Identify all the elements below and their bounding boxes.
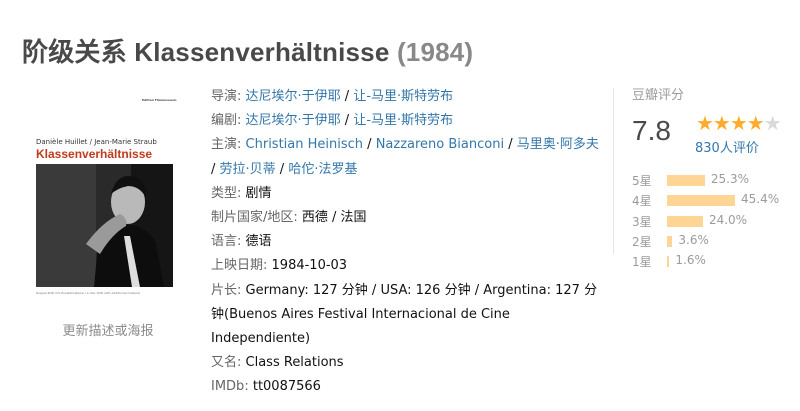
- rating-row: 4星 45.4%: [632, 190, 800, 208]
- rating-percent: 45.4%: [741, 192, 780, 207]
- language-row: 语言: 德语: [211, 230, 606, 254]
- separator: /: [504, 137, 517, 153]
- poster-directors: Danièle Huillet / Jean-Marie Straub: [36, 138, 157, 146]
- language-label: 语言:: [211, 234, 242, 250]
- language-value: 德语: [245, 234, 272, 250]
- rating-bar: [667, 215, 703, 227]
- aka-value: Class Relations: [245, 355, 344, 371]
- rating-percent: 25.3%: [710, 172, 750, 186]
- cast-link-1[interactable]: Christian Heinisch: [246, 137, 364, 152]
- rating-bar: [667, 175, 705, 186]
- imdb-value[interactable]: tt0087566: [253, 379, 321, 394]
- rating-count-link[interactable]: 830人评价: [695, 137, 759, 156]
- rating-percent: 24.0%: [708, 212, 748, 227]
- release-row: 上映日期: 1984-10-03: [211, 254, 606, 278]
- genre-label: 类型:: [211, 185, 242, 201]
- rating-bar: [667, 256, 670, 268]
- star-filled-icon: ★★★★: [696, 111, 765, 135]
- movie-year: (1984): [396, 37, 474, 67]
- rating-star-label: 1星: [632, 255, 652, 270]
- cast-link-4[interactable]: 劳拉·贝蒂: [220, 162, 276, 177]
- runtime-row: 片长: Germany: 127 分钟 / USA: 126 分钟 / Arge…: [211, 279, 606, 352]
- poster-title: Klassenverhältnisse: [36, 147, 153, 161]
- poster-photo: [36, 164, 173, 287]
- rating-row: 1星 1.6%: [632, 251, 800, 269]
- writer-row: 编剧: 达尼埃尔·于伊耶 / 让-马里·斯特劳布: [211, 109, 606, 133]
- runtime-label: 片长:: [211, 282, 242, 298]
- rating-star-label: 5星: [632, 174, 652, 188]
- release-value: 1984-10-03: [271, 258, 348, 274]
- rating-bar: [667, 235, 673, 247]
- movie-name: 阶级关系 Klassenverhältnisse: [22, 37, 390, 67]
- cast-label: 主演:: [211, 137, 242, 153]
- rating-star-label: 3星: [632, 214, 652, 229]
- poster[interactable]: Edition Filmmuseum Danièle Huillet / Jea…: [32, 98, 180, 312]
- separator: /: [211, 161, 220, 177]
- cast-link-2[interactable]: Nazzareno Bianconi: [376, 137, 504, 152]
- rating-percent: 1.6%: [675, 253, 706, 268]
- rating-row: 5星 25.3%: [632, 170, 800, 188]
- divider: [613, 88, 614, 254]
- rating-star-label: 2星: [632, 234, 652, 249]
- rating-panel: 豆瓣评分 7.8 ★★★★★ 830人评价: [632, 84, 800, 156]
- separator: /: [363, 137, 376, 153]
- writer-link-2[interactable]: 让-马里·斯特劳布: [353, 113, 453, 128]
- cast-link-5[interactable]: 哈佗·法罗基: [288, 162, 357, 177]
- poster-brand: Edition Filmmuseum: [142, 98, 177, 102]
- rating-score: 7.8: [632, 115, 671, 146]
- cast-link-3[interactable]: 马里奥·阿多夫: [517, 137, 599, 152]
- director-row: 导演: 达尼埃尔·于伊耶 / 让-马里·斯特劳布: [211, 85, 606, 109]
- release-label: 上映日期:: [211, 258, 268, 274]
- poster-photo-image: [36, 164, 173, 287]
- poster-fine-print: Doppel-DVD mit Zusatzmaterial / 2-disc D…: [36, 291, 140, 295]
- rating-label: 豆瓣评分: [632, 88, 685, 103]
- update-description-link[interactable]: 更新描述或海报: [34, 320, 182, 339]
- page-title: 阶级关系 Klassenverhältnisse (1984): [22, 32, 473, 69]
- genre-row: 类型: 剧情: [211, 182, 606, 206]
- imdb-label: IMDb:: [211, 379, 249, 395]
- cast-row: 主演: Christian Heinisch / Nazzareno Bianc…: [211, 133, 606, 181]
- writer-link-1[interactable]: 达尼埃尔·于伊耶: [246, 113, 341, 128]
- director-label: 导演:: [211, 89, 242, 104]
- runtime-value: Germany: 127 分钟 / USA: 126 分钟 / Argentin…: [211, 282, 598, 347]
- director-link-1[interactable]: 达尼埃尔·于伊耶: [246, 89, 341, 104]
- genre-value: 剧情: [245, 185, 272, 201]
- rating-star-label: 4星: [632, 194, 652, 209]
- country-value: 西德 / 法国: [301, 210, 367, 226]
- separator: /: [275, 161, 289, 177]
- imdb-row: IMDb: tt0087566: [211, 375, 606, 399]
- movie-info: 导演: 达尼埃尔·于伊耶 / 让-马里·斯特劳布 编剧: 达尼埃尔·于伊耶 / …: [211, 85, 606, 400]
- aka-row: 又名: Class Relations: [211, 351, 606, 375]
- separator: /: [340, 113, 354, 129]
- aka-label: 又名:: [211, 355, 242, 371]
- country-label: 制片国家/地区:: [211, 210, 298, 226]
- rating-stars-icon: ★★★★★: [696, 111, 782, 135]
- country-row: 制片国家/地区: 西德 / 法国: [211, 206, 606, 230]
- rating-row: 2星 3.6%: [632, 231, 800, 249]
- rating-row: 3星 24.0%: [632, 211, 800, 229]
- writer-label: 编剧:: [211, 113, 242, 129]
- star-empty-icon: ★: [763, 111, 782, 135]
- director-link-2[interactable]: 让-马里·斯特劳布: [353, 89, 453, 104]
- separator: /: [340, 89, 354, 104]
- rating-percent: 3.6%: [678, 232, 709, 247]
- rating-bar: [667, 195, 735, 207]
